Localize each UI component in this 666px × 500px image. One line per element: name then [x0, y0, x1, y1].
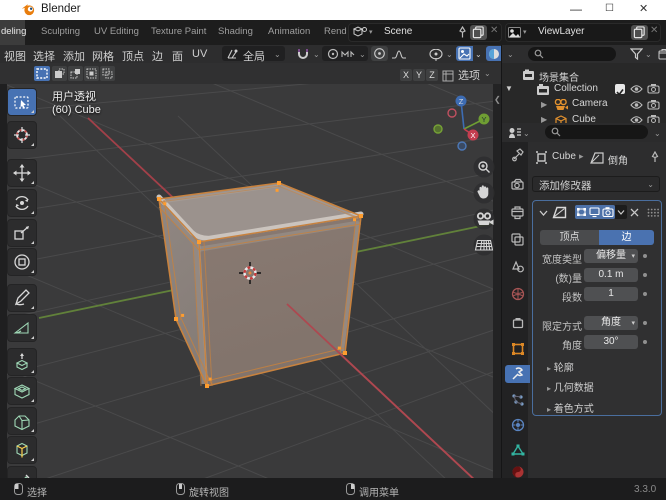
svg-text:Y: Y: [481, 115, 486, 124]
svg-text:Z: Z: [459, 97, 464, 106]
svg-text:X: X: [470, 131, 475, 140]
